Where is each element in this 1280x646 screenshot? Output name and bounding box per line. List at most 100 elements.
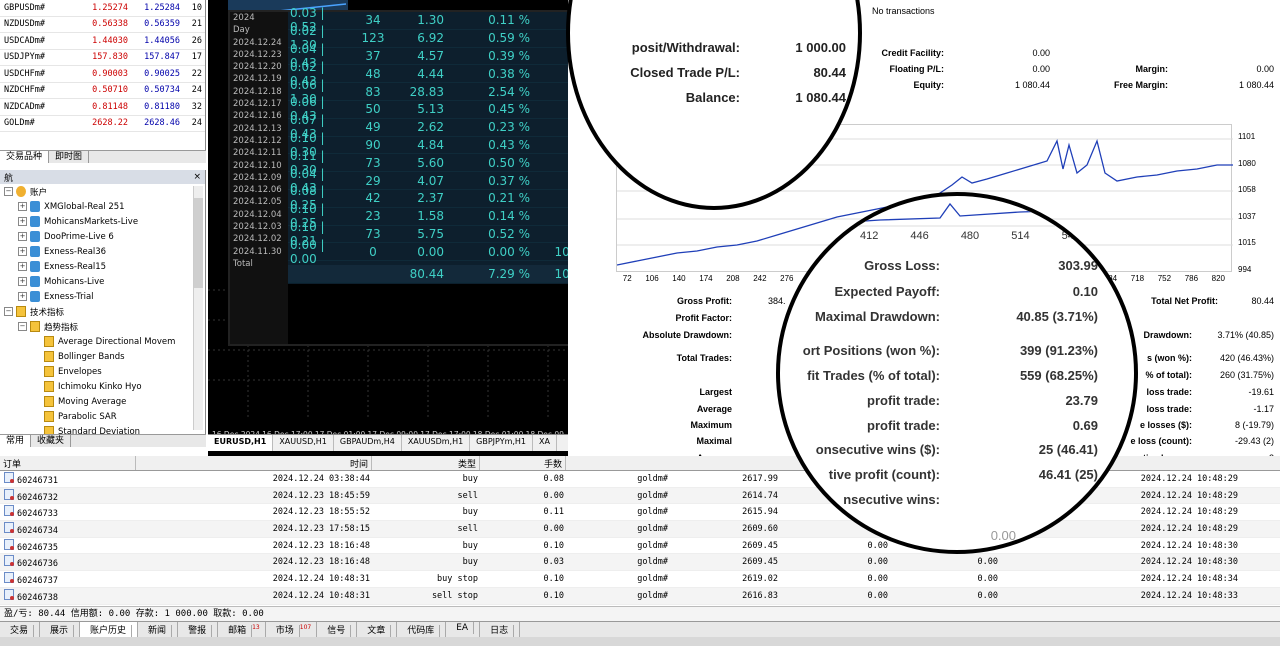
market-row[interactable]: USDJPYm# 157.830 157.847 17 [0, 50, 205, 66]
market-row[interactable]: NZDUSDm# 0.56338 0.56359 21 [0, 17, 205, 33]
absolute-drawdown-label: Absolute Drawdown: [642, 330, 733, 340]
expand-toggle-icon[interactable]: + [18, 262, 27, 271]
free-margin-label: Free Margin: [1113, 80, 1168, 90]
order-price: 2616.83 [742, 590, 778, 601]
expand-toggle-icon[interactable]: − [4, 307, 13, 316]
terminal-tab[interactable]: 信号 [317, 622, 358, 637]
terminal-tab[interactable]: 代码库 [397, 622, 447, 637]
navigator-item[interactable]: − 账户 [0, 184, 205, 199]
expand-toggle-icon[interactable]: + [18, 232, 27, 241]
chart-tab[interactable]: GBPJPYm,H1 [470, 435, 534, 451]
navigator-item[interactable]: Bollinger Bands [0, 349, 205, 364]
navigator-item[interactable]: + MohicansMarkets-Live [0, 214, 205, 229]
order-row[interactable]: 60246736 2024.12.23 18:16:48 buy 0.03 goldm#… [0, 554, 1280, 572]
scrollbar-thumb[interactable] [194, 198, 203, 288]
navigator-item[interactable]: + XMGlobal-Real 251 [0, 199, 205, 214]
navigator-item[interactable]: + Exness-Real15 [0, 259, 205, 274]
balance-x-label: 208 [726, 274, 740, 283]
order-id-cell: 60246734 [0, 521, 136, 536]
navigator-item[interactable]: Envelopes [0, 364, 205, 379]
market-row[interactable]: USDCADm# 1.44030 1.44056 26 [0, 33, 205, 50]
history-count: 90 [365, 137, 381, 152]
order-row[interactable]: 60246737 2024.12.24 10:48:31 buy stop 0.10 g… [0, 571, 1280, 588]
navigator-item-label: XMGlobal-Real 251 [44, 201, 125, 212]
history-count: 34 [365, 13, 381, 28]
terminal-tab[interactable]: 交易 [0, 622, 41, 637]
chart-tab[interactable]: XAUUSDm,H1 [402, 435, 471, 451]
order-time: 2024.12.24 10:48:31 [272, 573, 370, 584]
history-count: 37 [365, 48, 381, 63]
expand-toggle-icon[interactable]: + [18, 247, 27, 256]
expand-toggle-icon[interactable]: − [18, 322, 27, 331]
indicator-icon [16, 306, 26, 317]
order-row[interactable]: 60246738 2024.12.24 10:48:31 sell stop 0.10… [0, 587, 1280, 605]
expand-toggle-icon[interactable]: − [4, 187, 13, 196]
order-row[interactable]: 60246733 2024.12.23 18:55:52 buy 0.11 goldm#… [0, 504, 1280, 522]
expand-toggle-icon[interactable]: + [18, 217, 27, 226]
tab-favorites[interactable]: 收藏夹 [31, 435, 72, 447]
market-row[interactable]: USDCHFm# 0.90003 0.90025 22 [0, 66, 205, 83]
terminal-tab[interactable]: 邮箱 13 [218, 622, 266, 637]
chart-tab[interactable]: GBPAUDm,H4 [334, 435, 402, 451]
navigator-item[interactable]: + Mohicans-Live [0, 274, 205, 289]
order-price: 2609.60 [742, 523, 778, 534]
order-row[interactable]: 60246735 2024.12.23 18:16:48 buy 0.10 goldm#… [0, 538, 1280, 555]
terminal-tab[interactable]: 警报 [178, 622, 219, 637]
history-count: 123 [361, 31, 385, 46]
header-time[interactable]: 时间 [136, 456, 372, 470]
terminal-tab[interactable]: 文章 [357, 622, 398, 637]
terminal-tab[interactable]: 账户历史 [80, 622, 139, 637]
header-type[interactable]: 类型 [372, 456, 480, 470]
navigator-item[interactable]: − 技术指标 [0, 304, 205, 319]
order-sl: 0.00 [867, 540, 888, 551]
market-watch-tabs: 交易品种 即时图 [0, 150, 206, 163]
navigator-item-label: Exness-Trial [44, 291, 94, 302]
market-row[interactable]: NZDCHFm# 0.50710 0.50734 24 [0, 83, 205, 99]
expand-toggle-icon[interactable]: + [18, 292, 27, 301]
terminal-tab[interactable]: 展示 [40, 622, 81, 637]
navigator-item[interactable]: + DooPrime-Live 6 [0, 229, 205, 244]
navigator-item[interactable]: Ichimoku Kinko Hyo [0, 379, 205, 394]
history-pl: 5.13 [417, 102, 444, 117]
chart-tab[interactable]: EURUSD,H1 [208, 435, 274, 451]
market-row[interactable]: GOLDm# 2628.22 2628.46 24 [0, 116, 205, 132]
market-row[interactable]: NZDCADm# 0.81148 0.81180 32 [0, 99, 205, 116]
chart-tab[interactable]: XA [533, 435, 557, 451]
navigator-scrollbar[interactable] [193, 186, 203, 430]
account-icon [30, 246, 40, 257]
navigator-item[interactable]: + Exness-Real36 [0, 244, 205, 259]
zoom-stat-value: 303.99 [1058, 258, 1098, 273]
zoom-stat-label: nsecutive wins: [843, 492, 940, 507]
symbol: NZDUSDm# [4, 19, 45, 30]
terminal-tab[interactable]: 日志 [480, 622, 521, 637]
history-date: 2024.12.10 [233, 160, 282, 171]
terminal-tab[interactable]: EA [446, 622, 481, 637]
navigator-item[interactable]: + Exness-Trial [0, 289, 205, 304]
history-date: 2024.12.09 [233, 172, 282, 183]
symbol: USDCHFm# [4, 68, 45, 79]
navigator-item[interactable]: Parabolic SAR [0, 409, 205, 424]
navigator-item[interactable]: Average Directional Movem [0, 334, 205, 349]
tab-symbols[interactable]: 交易品种 [0, 151, 50, 163]
zoom-stat-label: onsecutive wins ($): [815, 442, 940, 457]
terminal-tab[interactable]: 市场 107 [266, 622, 318, 637]
header-order[interactable]: 订单 [0, 456, 136, 470]
balance-y-label: 1101 [1238, 132, 1256, 141]
header-lots[interactable]: 手数 [480, 456, 566, 470]
terminal-tab[interactable]: 新闻 [138, 622, 179, 637]
market-row[interactable]: GBPUSDm# 1.25274 1.25284 10 [0, 0, 205, 17]
navigator-item[interactable]: − 趋势指标 [0, 319, 205, 334]
order-price: 2609.45 [742, 557, 778, 568]
tab-tick-chart[interactable]: 即时图 [49, 151, 90, 163]
expand-toggle-icon[interactable]: + [18, 277, 27, 286]
order-row[interactable]: 60246734 2024.12.23 17:58:15 sell 0.00 goldm… [0, 521, 1280, 538]
indicator-icon [44, 336, 54, 347]
navigator-item[interactable]: Moving Average [0, 394, 205, 409]
close-icon[interactable]: × [193, 172, 201, 182]
chart-tab[interactable]: XAUUSD,H1 [273, 435, 334, 451]
history-pct: 0.50 % [488, 155, 530, 170]
zoom-axis-label: 548 [1061, 230, 1080, 242]
history-pct: 0.14 % [488, 209, 530, 224]
tab-common[interactable]: 常用 [0, 435, 32, 447]
expand-toggle-icon[interactable]: + [18, 202, 27, 211]
